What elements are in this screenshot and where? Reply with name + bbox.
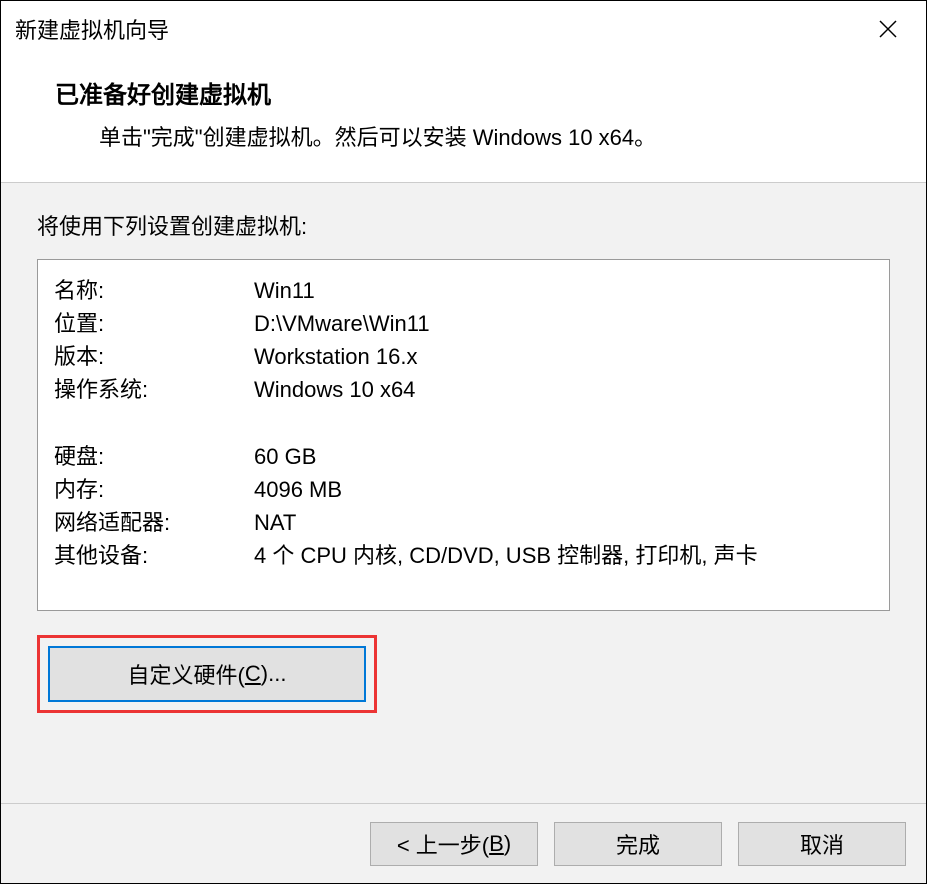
setting-label: 位置:: [54, 307, 254, 340]
setting-label: 网络适配器:: [54, 506, 254, 539]
back-button[interactable]: < 上一步(B): [370, 822, 538, 866]
setting-label: 名称:: [54, 274, 254, 307]
setting-value: Windows 10 x64: [254, 373, 873, 406]
button-label-pre: 自定义硬件(: [128, 658, 245, 690]
table-row: 位置:D:\VMware\Win11: [54, 307, 873, 340]
titlebar: 新建虚拟机向导: [1, 1, 926, 57]
button-label: 完成: [616, 828, 660, 860]
setting-label: 版本:: [54, 340, 254, 373]
button-accelerator: C: [245, 661, 261, 687]
close-button[interactable]: [868, 9, 908, 49]
settings-intro: 将使用下列设置创建虚拟机:: [37, 209, 890, 241]
wizard-heading: 已准备好创建虚拟机: [55, 75, 906, 110]
button-label-post: )...: [261, 661, 287, 687]
setting-label: 其他设备:: [54, 539, 254, 572]
table-row: 网络适配器:NAT: [54, 506, 873, 539]
wizard-subheading: 单击"完成"创建虚拟机。然后可以安装 Windows 10 x64。: [55, 120, 906, 152]
customize-hardware-button[interactable]: 自定义硬件(C)...: [48, 646, 366, 702]
table-row: 硬盘:60 GB: [54, 440, 873, 473]
setting-value: 60 GB: [254, 440, 873, 473]
setting-value: 4096 MB: [254, 473, 873, 506]
table-row: 版本:Workstation 16.x: [54, 340, 873, 373]
table-row: 操作系统:Windows 10 x64: [54, 373, 873, 406]
dialog-title: 新建虚拟机向导: [15, 13, 169, 45]
button-label: 取消: [800, 828, 844, 860]
setting-value: Workstation 16.x: [254, 340, 873, 373]
table-row: 其他设备:4 个 CPU 内核, CD/DVD, USB 控制器, 打印机, 声…: [54, 539, 873, 572]
setting-value: D:\VMware\Win11: [254, 307, 873, 340]
settings-table: 名称:Win11 位置:D:\VMware\Win11 版本:Workstati…: [54, 274, 873, 572]
button-label-pre: < 上一步(: [397, 828, 489, 860]
wizard-footer: < 上一步(B) 完成 取消: [1, 803, 926, 883]
setting-label: 硬盘:: [54, 440, 254, 473]
wizard-header: 已准备好创建虚拟机 单击"完成"创建虚拟机。然后可以安装 Windows 10 …: [1, 57, 926, 182]
setting-label: 内存:: [54, 473, 254, 506]
setting-value: Win11: [254, 274, 873, 307]
wizard-content: 将使用下列设置创建虚拟机: 名称:Win11 位置:D:\VMware\Win1…: [1, 182, 926, 803]
button-label-post: ): [504, 831, 511, 857]
cancel-button[interactable]: 取消: [738, 822, 906, 866]
finish-button[interactable]: 完成: [554, 822, 722, 866]
setting-value: NAT: [254, 506, 873, 539]
settings-summary-box: 名称:Win11 位置:D:\VMware\Win11 版本:Workstati…: [37, 259, 890, 611]
table-row: 内存:4096 MB: [54, 473, 873, 506]
setting-value: 4 个 CPU 内核, CD/DVD, USB 控制器, 打印机, 声卡: [254, 539, 873, 572]
new-vm-wizard-dialog: 新建虚拟机向导 已准备好创建虚拟机 单击"完成"创建虚拟机。然后可以安装 Win…: [0, 0, 927, 884]
button-accelerator: B: [489, 831, 504, 857]
spacer: [54, 406, 873, 440]
close-icon: [878, 19, 898, 39]
setting-label: 操作系统:: [54, 373, 254, 406]
table-row: 名称:Win11: [54, 274, 873, 307]
customize-highlight: 自定义硬件(C)...: [37, 635, 377, 713]
